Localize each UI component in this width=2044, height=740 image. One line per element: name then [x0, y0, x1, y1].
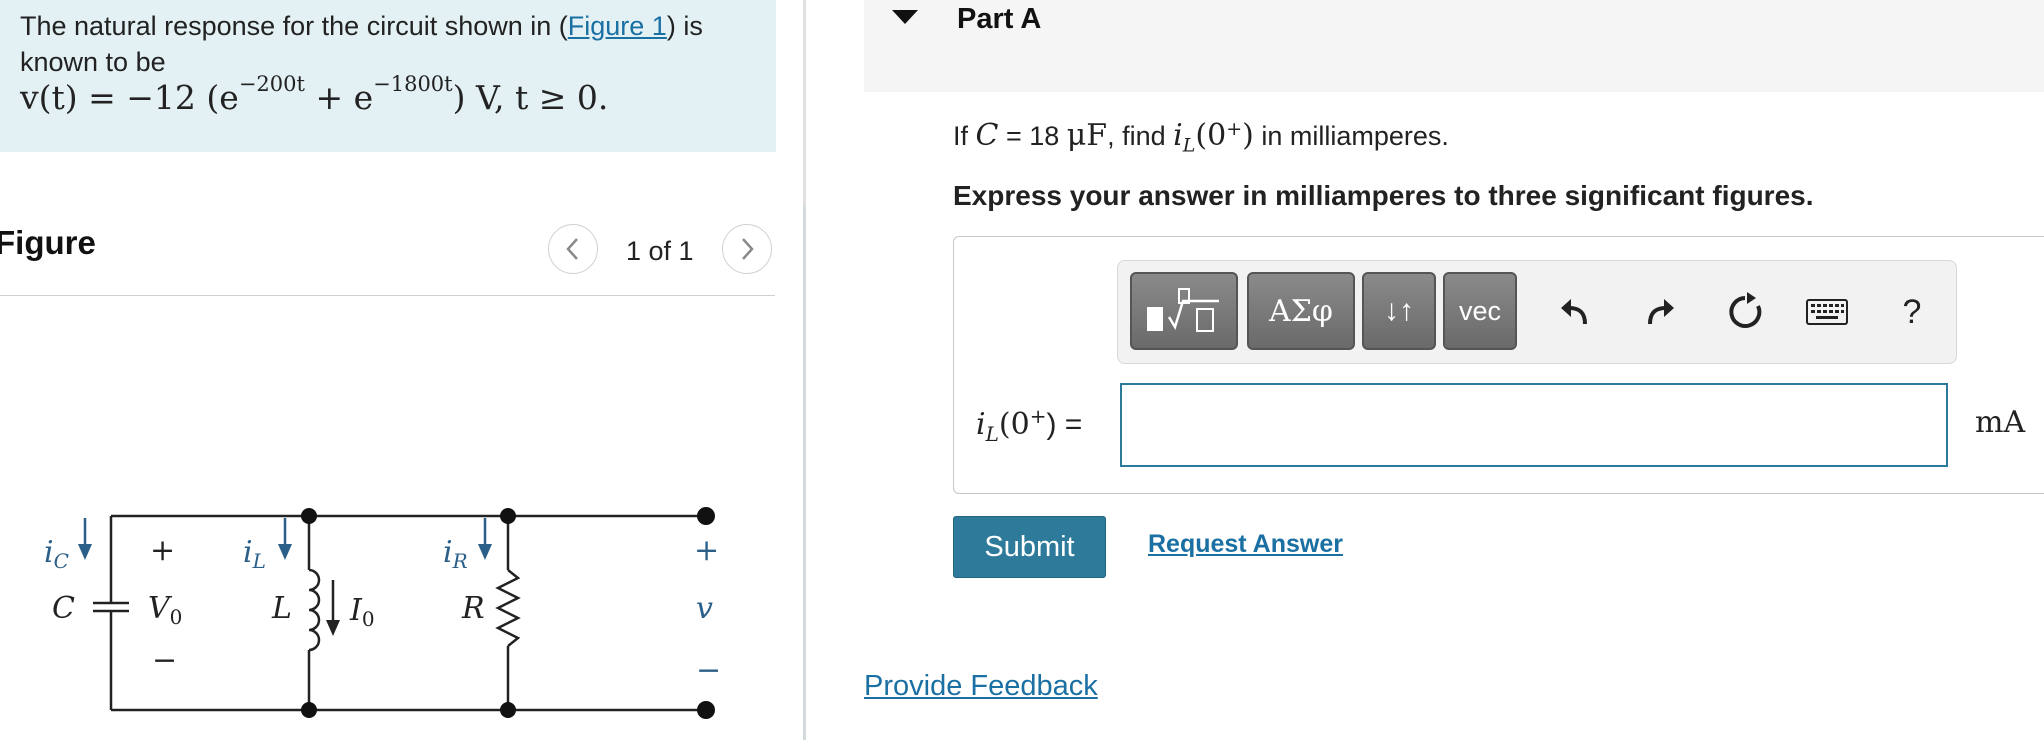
node-bot-2: [500, 702, 516, 718]
collapse-caret-icon[interactable]: [892, 10, 918, 24]
undo-icon: [1561, 299, 1587, 325]
response-equation: v(t) = −12 (e−200t + e−1800t) V, t ≥ 0.: [20, 72, 609, 117]
templates-button[interactable]: [1130, 272, 1238, 350]
figure-link[interactable]: Figure 1: [568, 11, 667, 41]
problem-intro: The natural response for the circuit sho…: [20, 11, 568, 41]
equation-lhs: v(t) = −12 (e: [20, 78, 239, 117]
figure-title: Figure: [0, 224, 96, 261]
answer-label: iL(0+) =: [976, 404, 1083, 446]
label-minus-cap: −: [152, 643, 177, 678]
figure-next-button[interactable]: [722, 224, 772, 274]
greek-symbols-button[interactable]: ΑΣφ: [1247, 272, 1355, 350]
exponent-2: −1800t: [373, 72, 453, 96]
keyboard-icon: [1806, 299, 1848, 325]
node-top-2: [500, 508, 516, 524]
label-iR: iR: [443, 535, 468, 573]
reset-icon: [1729, 292, 1762, 328]
left-panel: The natural response for the circuit sho…: [0, 0, 800, 740]
panel-divider-shade: [803, 205, 806, 740]
label-v-plus: +: [694, 533, 719, 568]
keyboard-button[interactable]: [1805, 290, 1849, 334]
equation-rhs: ) V, t ≥ 0.: [452, 78, 609, 117]
arrows-button[interactable]: ↓↑: [1362, 272, 1436, 350]
figure-counter: 1 of 1: [626, 236, 694, 266]
vector-button[interactable]: vec: [1443, 272, 1517, 350]
label-R: R: [461, 591, 485, 626]
chevron-right-icon: [742, 238, 754, 260]
exponent-1: −200t: [238, 72, 305, 96]
submit-button[interactable]: Submit: [953, 516, 1106, 578]
figure-divider: [0, 295, 775, 296]
label-I0: I0: [349, 593, 375, 631]
problem-text: The natural response for the circuit sho…: [20, 8, 760, 80]
reset-button[interactable]: [1723, 290, 1767, 334]
equation-mid: + e: [304, 78, 374, 117]
label-v-minus: −: [696, 653, 721, 688]
node-bot-1: [301, 702, 317, 718]
figure-prev-button[interactable]: [548, 224, 598, 274]
label-ic: iC: [44, 535, 69, 573]
label-iL: iL: [243, 535, 266, 573]
unit-label: mA: [1975, 405, 2026, 440]
part-title: Part A: [957, 3, 1042, 35]
node-top-1: [301, 508, 317, 524]
templates-icon: [1147, 288, 1219, 332]
help-button[interactable]: ?: [1890, 290, 1934, 334]
label-L: L: [271, 591, 292, 626]
terminal-top: [697, 507, 715, 525]
label-V0: V0: [148, 591, 182, 629]
redo-button[interactable]: [1638, 290, 1682, 334]
question-text: If C = 18 μF, find iL(0+) in milliampere…: [953, 118, 1449, 157]
label-C: C: [52, 591, 75, 626]
label-plus-cap: +: [150, 533, 175, 568]
request-answer-link[interactable]: Request Answer: [1148, 530, 1343, 559]
redo-icon: [1648, 299, 1674, 325]
undo-button[interactable]: [1553, 290, 1597, 334]
label-v: v: [696, 591, 713, 626]
instructions-text: Express your answer in milliamperes to t…: [953, 180, 1814, 211]
provide-feedback-link[interactable]: Provide Feedback: [864, 670, 1098, 703]
problem-statement: The natural response for the circuit sho…: [0, 0, 776, 152]
circuit-diagram: iC C + V0 − iL L I0 iR R + v −: [44, 507, 721, 719]
terminal-bottom: [697, 701, 715, 719]
answer-input[interactable]: [1120, 383, 1948, 467]
chevron-left-icon: [566, 238, 578, 260]
